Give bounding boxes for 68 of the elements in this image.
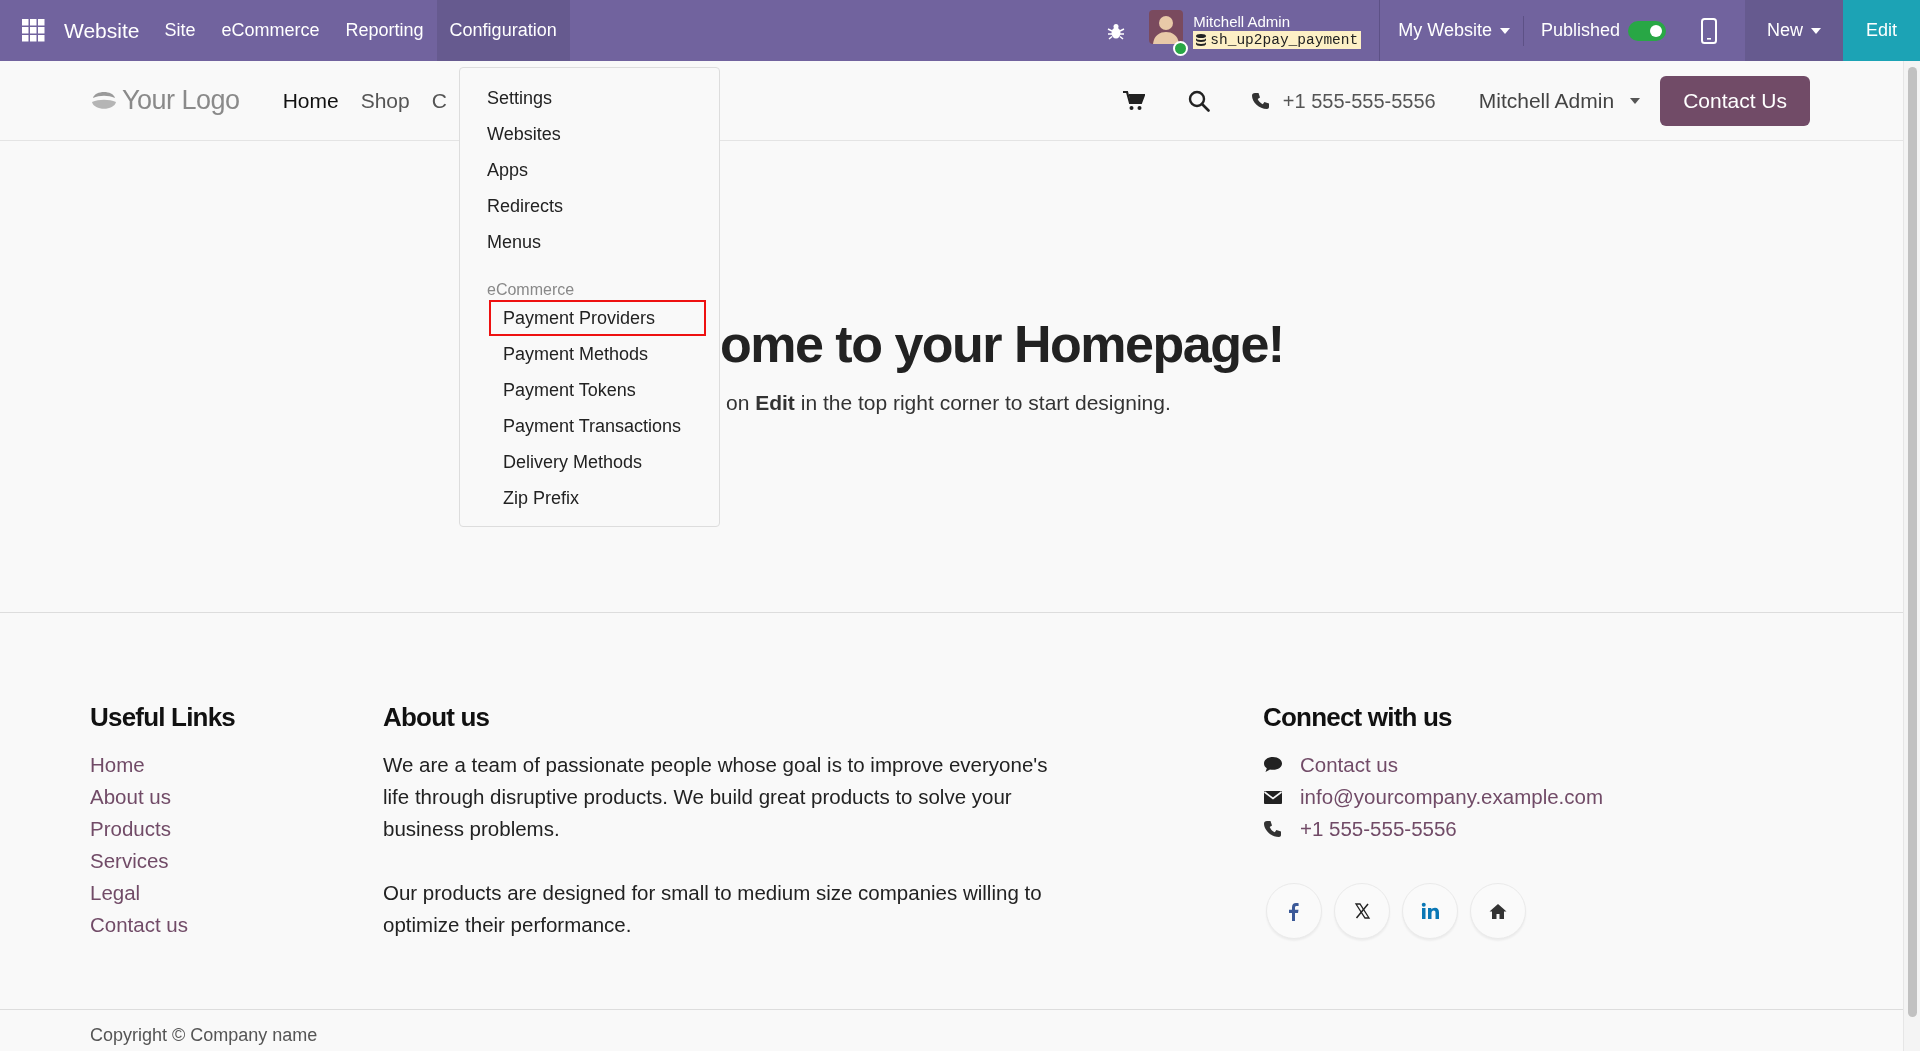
toggle-switch[interactable] (1628, 20, 1666, 41)
menu-item[interactable]: Payment Tokens (489, 372, 706, 408)
menu-item[interactable]: Delivery Methods (489, 444, 706, 480)
contact-us-button[interactable]: Contact Us (1660, 75, 1810, 126)
footer-link[interactable]: Home (90, 749, 383, 781)
footer-heading: Connect with us (1263, 701, 1453, 734)
footer-link[interactable]: +1 555-555-5556 (1300, 813, 1457, 845)
footer-link[interactable]: Contact us (90, 909, 383, 941)
new-button[interactable]: New (1745, 0, 1843, 61)
app-name: Website (64, 17, 140, 44)
menu-tab[interactable]: Reporting (332, 0, 437, 61)
chat-icon (1263, 756, 1283, 774)
footer-link[interactable]: Legal (90, 877, 383, 909)
database-badge: sh_up2pay_payment (1193, 30, 1362, 49)
footer-link[interactable]: Services (90, 845, 383, 877)
caret-icon (1811, 27, 1821, 34)
scrollbar[interactable] (1903, 61, 1920, 1051)
footer-link[interactable]: About us (90, 781, 383, 813)
database-icon (1196, 33, 1207, 46)
menu-item[interactable]: Zip Prefix (489, 480, 706, 516)
menu-tab[interactable]: Site (151, 0, 209, 61)
menu-item[interactable]: Settings (460, 80, 719, 116)
apps-menu-icon[interactable] (22, 19, 45, 42)
footer-link[interactable]: Products (90, 813, 383, 845)
home-icon (1488, 901, 1508, 921)
nav-link[interactable]: Home (271, 84, 350, 117)
footer-heading: About us (383, 701, 491, 734)
caret-icon (1630, 97, 1641, 104)
paragraph: Our products are designed for small to medium size companies willing to optimize their performance. (383, 880, 1043, 938)
user-menu[interactable]: Mitchell Admin (1467, 84, 1652, 117)
website-switcher[interactable]: My Website (1385, 0, 1523, 61)
x-icon (1352, 901, 1372, 921)
phone-number: +1 555-555-5556 (1282, 88, 1436, 114)
mobile-phone-icon[interactable] (1701, 17, 1717, 44)
menu-item[interactable]: Apps (460, 152, 719, 188)
menu-section-header: eCommerce (486, 280, 576, 300)
nav-link[interactable]: C (420, 84, 458, 117)
envelope-icon (1263, 788, 1283, 806)
logo-text: Your Logo (122, 84, 240, 118)
footer-heading: Useful Links (90, 701, 236, 734)
copyright-text: Copyright © Company name (89, 1024, 319, 1047)
caret-icon (1499, 27, 1510, 34)
menu-item[interactable]: Payment Providers (489, 300, 706, 336)
menu-tab[interactable]: Configuration (436, 0, 570, 61)
bug-icon[interactable] (1107, 21, 1126, 40)
cart-icon[interactable] (1122, 90, 1145, 111)
avatar (1149, 10, 1184, 44)
social-button[interactable] (1266, 883, 1322, 939)
menu-item[interactable]: Payment Methods (489, 336, 706, 372)
published-toggle[interactable]: Published (1523, 0, 1679, 61)
menu-item[interactable]: Menus (460, 224, 719, 260)
footer-link[interactable]: Contact us (1300, 749, 1398, 781)
user-name: Mitchell Admin (1193, 12, 1291, 31)
paragraph: We are a team of passionate people whose goal is to improve everyone's life through disruptive products. We build great products to solve your business problems. (383, 752, 1049, 842)
menu-item[interactable]: Websites (460, 116, 719, 152)
hero-subtitle: on Edit in the top right corner to start designing. (725, 390, 1172, 417)
search-icon[interactable] (1187, 89, 1210, 112)
social-button[interactable] (1470, 883, 1526, 939)
menu-tab[interactable]: eCommerce (208, 0, 333, 61)
hero-title: ome to your Homepage! (720, 316, 1285, 374)
linkedin-icon (1420, 901, 1440, 921)
phone-icon (1250, 91, 1269, 110)
menu-item[interactable]: Redirects (460, 188, 719, 224)
nav-link[interactable]: Shop (349, 84, 421, 117)
menu-item[interactable]: Payment Transactions (489, 408, 706, 444)
footer-link[interactable]: info@yourcompany.example.com (1300, 781, 1603, 813)
social-button[interactable] (1334, 883, 1390, 939)
phone-icon (1263, 820, 1283, 838)
